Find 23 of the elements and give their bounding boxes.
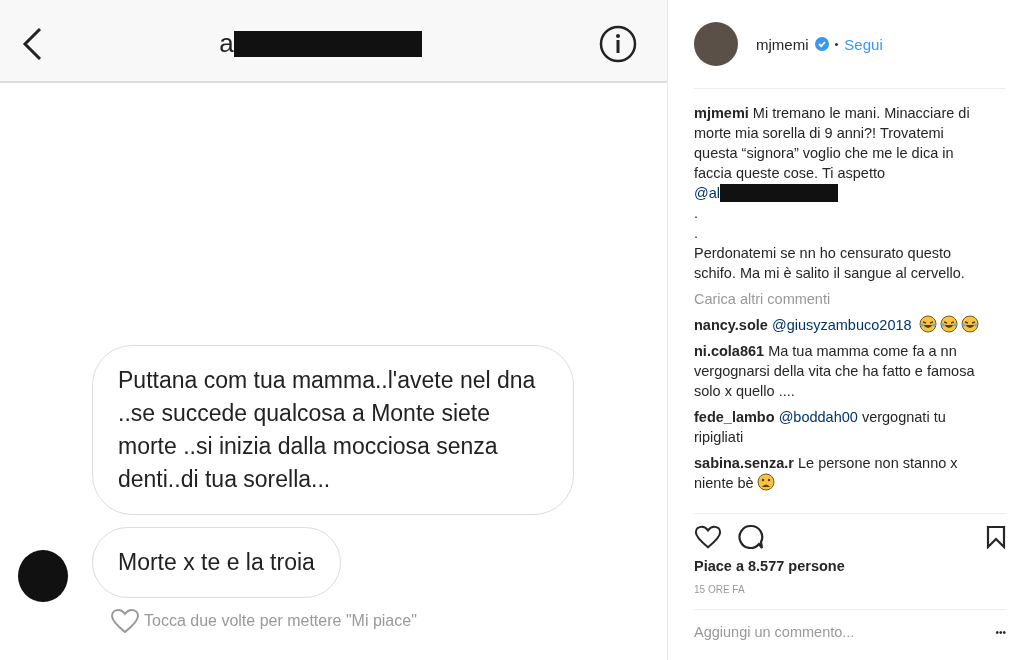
comment-icon[interactable] bbox=[738, 524, 764, 550]
back-button[interactable] bbox=[22, 26, 42, 61]
like-hint: Tocca due volte per mettere "Mi piace" bbox=[144, 612, 417, 630]
caption-text: mjmemi Mi tremano le mani. Minacciare di morte mia sorella di 9 anni?! Trovatemi questa “signora” voglio che me le dica in faccia queste cose. Ti aspetto bbox=[694, 104, 971, 183]
bookmark-icon[interactable] bbox=[986, 525, 1006, 549]
comment-text: sabina.senza.r Le persone non stanno x niente bè bbox=[694, 454, 959, 493]
comment-text: fede_lambo @boddah00 vergognati tu ripigliati bbox=[694, 408, 947, 447]
timestamp: 15 ORE FA bbox=[694, 584, 1006, 610]
caption-text: . bbox=[694, 204, 700, 223]
comment-text: nancy.sole @giusyzambuco2018 bbox=[694, 315, 986, 335]
caption-text: Perdonatemi se nn ho censurato questo schifo. Ma mi è salito il sangue al cervello. bbox=[694, 244, 966, 283]
mention-link[interactable]: @al bbox=[694, 183, 720, 203]
likes-count[interactable]: Piace a 8.577 persone bbox=[694, 558, 1006, 574]
photo-placeholder bbox=[694, 22, 738, 66]
caption-text: . bbox=[694, 224, 700, 243]
comment-text: ni.cola861 Ma tua mamma come fa a nn vergognarsi della vita che ha fatto e famosa solo x quello .... bbox=[694, 342, 976, 401]
heart-icon[interactable] bbox=[694, 524, 722, 550]
separator-dot: • bbox=[834, 38, 839, 50]
chat-title: a bbox=[219, 28, 234, 59]
more-button[interactable]: ••• bbox=[995, 626, 1006, 638]
message-bubble: Puttana com tua mamma..l'avete nel dna ..se succede qualcosa a Monte siete morte ..si inizia dalla mocciosa senza denti..di tua sorella... bbox=[92, 345, 574, 515]
username[interactable]: mjmemi bbox=[756, 35, 809, 53]
info-icon[interactable] bbox=[599, 24, 637, 63]
